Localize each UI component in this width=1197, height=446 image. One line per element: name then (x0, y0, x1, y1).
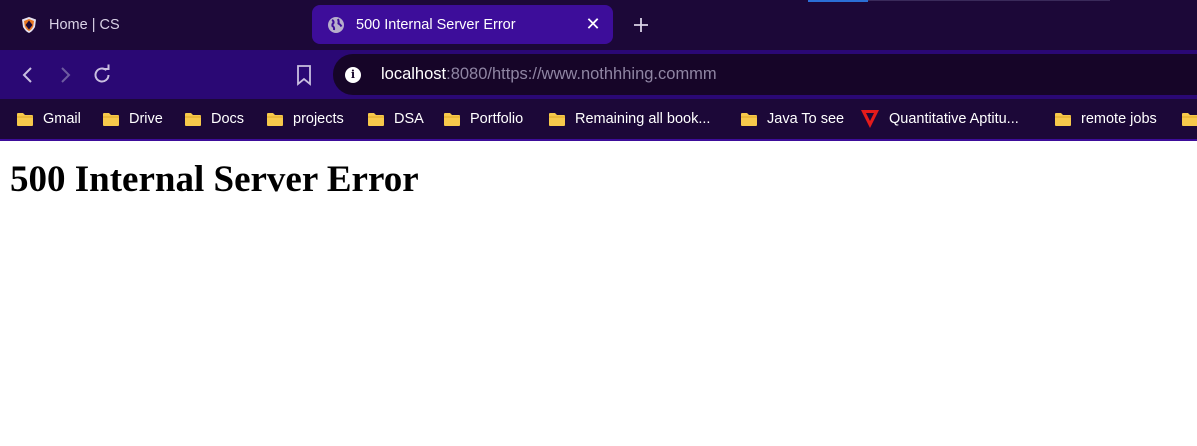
url-host: localhost (381, 65, 447, 83)
forward-button[interactable] (53, 63, 77, 87)
navigation-toolbar: i localhost:8080/https://www.nothhhing.c… (0, 50, 1197, 99)
folder-icon (549, 112, 565, 126)
tab-strip: Home | CS 500 Internal Server Error ✕ (0, 0, 1197, 50)
red-v-logo-icon (861, 110, 879, 128)
bookmark-label: Portfolio (470, 111, 524, 127)
bookmark-remote-jobs[interactable]: remote jobs (1054, 99, 1157, 139)
bookmark-java-to-see[interactable]: Java To see (740, 99, 844, 139)
folder-icon (103, 112, 119, 126)
bookmark-page-button[interactable] (292, 63, 316, 87)
info-icon[interactable]: i (345, 66, 361, 83)
bookmark-quantitative-aptitude[interactable]: Quantitative Aptitu... (860, 99, 1019, 139)
bookmark-label: Docs (211, 111, 245, 127)
bookmark-label: Drive (129, 111, 163, 127)
bookmarks-bar: Gmail Drive Docs projects DSA Portfolio … (0, 99, 1197, 141)
globe-icon (328, 16, 344, 33)
close-tab-icon[interactable]: ✕ (584, 15, 602, 33)
url-path: :8080/https://www.nothhhing.commm (446, 65, 717, 83)
arrow-left-icon (22, 67, 32, 83)
folder-icon (17, 112, 33, 126)
plus-icon (634, 18, 648, 32)
bookmark-label: remote jobs (1081, 111, 1157, 127)
tab-title: 500 Internal Server Error (356, 16, 516, 33)
tab-title: Home | CS (49, 16, 120, 33)
toolbar-bottom-border (0, 139, 1197, 141)
tab-strip-accent (808, 0, 868, 2)
folder-icon (741, 112, 757, 126)
shield-crest-icon (22, 16, 36, 33)
tab-home-cs[interactable]: Home | CS (0, 5, 300, 44)
bookmark-portfolio[interactable]: Portfolio (443, 99, 523, 139)
bookmark-overflow-folder[interactable] (1181, 99, 1197, 139)
reload-button[interactable] (90, 63, 114, 87)
folder-icon (267, 112, 283, 126)
bookmark-label: DSA (394, 111, 424, 127)
tab-strip-divider (868, 0, 1110, 1)
folder-icon (1182, 112, 1197, 126)
reload-icon (94, 64, 110, 83)
arrow-right-icon (61, 67, 71, 83)
page-content: 500 Internal Server Error (0, 144, 1197, 446)
tab-500-error[interactable]: 500 Internal Server Error ✕ (312, 5, 613, 44)
back-button[interactable] (16, 63, 40, 87)
bookmark-projects[interactable]: projects (266, 99, 344, 139)
page-heading: 500 Internal Server Error (10, 159, 419, 200)
bookmark-docs[interactable]: Docs (184, 99, 244, 139)
bookmark-remaining-all-books[interactable]: Remaining all book... (548, 99, 710, 139)
bookmark-label: Gmail (43, 111, 81, 127)
bookmark-label: projects (293, 111, 344, 127)
bookmark-label: Java To see (767, 111, 845, 127)
new-tab-button[interactable] (630, 14, 652, 36)
folder-icon (1055, 112, 1071, 126)
bookmark-icon (297, 65, 311, 86)
bookmark-drive[interactable]: Drive (102, 99, 163, 139)
bookmark-label: Remaining all book... (575, 111, 711, 127)
folder-icon (185, 112, 201, 126)
url-text[interactable]: localhost:8080/https://www.nothhhing.com… (381, 65, 717, 84)
address-bar[interactable]: i localhost:8080/https://www.nothhhing.c… (333, 54, 1197, 95)
bookmark-dsa[interactable]: DSA (367, 99, 424, 139)
bookmark-label: Quantitative Aptitu... (889, 111, 1019, 127)
folder-icon (444, 112, 460, 126)
bookmark-gmail[interactable]: Gmail (16, 99, 81, 139)
folder-icon (368, 112, 384, 126)
